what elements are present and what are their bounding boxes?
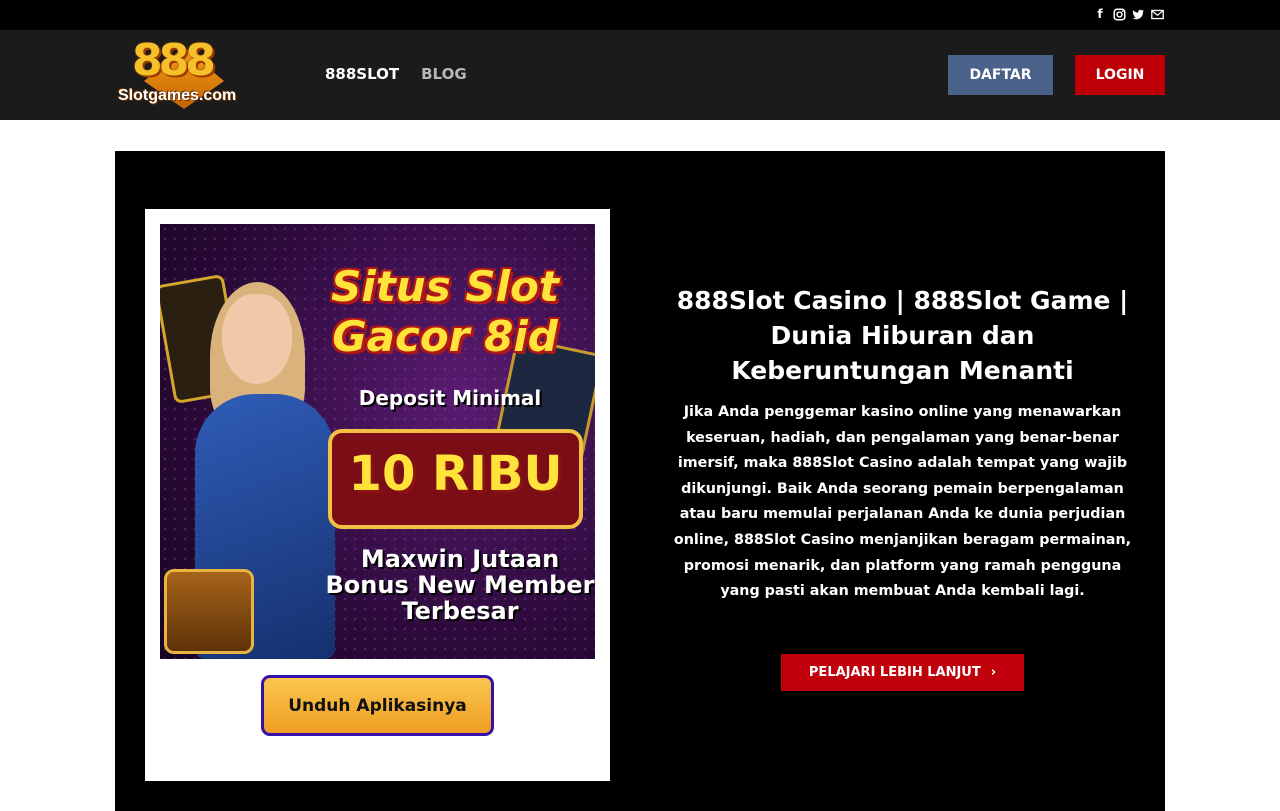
learn-more-button[interactable]: PELAJARI LEBIH LANJUT › bbox=[781, 654, 1024, 691]
facebook-icon[interactable]: f bbox=[1093, 7, 1107, 21]
site-logo[interactable]: 888 Slotgames.com bbox=[118, 33, 250, 119]
promo-card: Situs Slot Gacor 8id Deposit Minimal 10 … bbox=[145, 209, 610, 781]
hero-section: Situs Slot Gacor 8id Deposit Minimal 10 … bbox=[115, 151, 1165, 811]
main-nav: 888SLOT BLOG bbox=[325, 65, 467, 83]
banner-promo-text: Maxwin Jutaan Bonus New Member Terbesar bbox=[325, 545, 595, 625]
banner-amount: 10 RIBU bbox=[348, 446, 563, 502]
instagram-icon[interactable] bbox=[1112, 7, 1126, 21]
twitter-icon[interactable] bbox=[1131, 7, 1145, 21]
banner-title: Situs Slot Gacor 8id bbox=[331, 262, 559, 361]
daftar-button[interactable]: DAFTAR bbox=[948, 55, 1053, 95]
hero-content: 888Slot Casino | 888Slot Game | Dunia Hi… bbox=[665, 283, 1140, 605]
logo-text: Slotgames.com bbox=[118, 87, 237, 104]
promo-banner-image[interactable]: Situs Slot Gacor 8id Deposit Minimal 10 … bbox=[160, 224, 595, 659]
email-icon[interactable] bbox=[1150, 7, 1164, 21]
nav-item-blog[interactable]: BLOG bbox=[421, 65, 467, 83]
treasure-chest-graphic bbox=[164, 569, 254, 654]
nav-item-888slot[interactable]: 888SLOT bbox=[325, 65, 399, 83]
site-header: 888 Slotgames.com 888SLOT BLOG DAFTAR LO… bbox=[0, 30, 1280, 120]
login-button[interactable]: LOGIN bbox=[1075, 55, 1165, 95]
social-links: f bbox=[1093, 7, 1164, 21]
hero-description: Jika Anda penggemar kasino online yang m… bbox=[673, 404, 1132, 600]
chevron-right-icon: › bbox=[990, 665, 997, 680]
download-app-button[interactable]: Unduh Aplikasinya bbox=[261, 675, 494, 736]
logo-number: 888 bbox=[132, 35, 216, 86]
top-social-bar: f bbox=[0, 0, 1280, 30]
banner-deposit-label: Deposit Minimal bbox=[358, 386, 542, 410]
hero-heading: 888Slot Casino | 888Slot Game | Dunia Hi… bbox=[676, 286, 1129, 385]
learn-more-label: PELAJARI LEBIH LANJUT bbox=[808, 665, 981, 680]
model-face bbox=[222, 294, 292, 384]
